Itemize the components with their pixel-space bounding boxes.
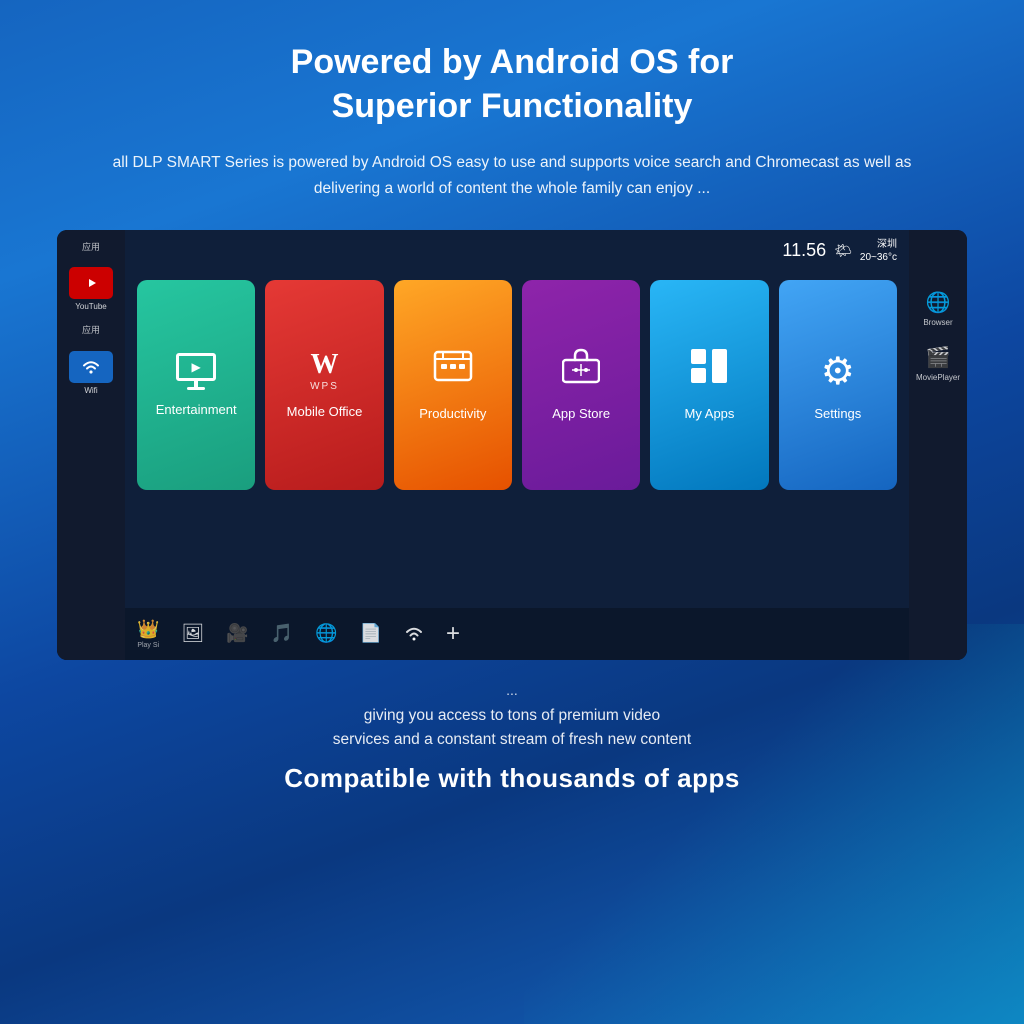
tv-location: 深圳 20~36°c xyxy=(860,238,897,264)
toolbar-files-icon[interactable]: 📄 xyxy=(360,623,382,644)
toolbar-music-icon[interactable]: 🎵 xyxy=(271,623,293,644)
app-store-label: App Store xyxy=(552,406,610,421)
movieplayer-icon: 🎬 xyxy=(926,345,951,370)
wps-icon: W WPS xyxy=(310,351,339,392)
toolbar-play-store[interactable]: 👑 Play Si xyxy=(137,619,159,649)
weather-icon: 🌤 xyxy=(834,242,852,259)
app-grid: ▶ Entertainment W WPS Mobile Office xyxy=(137,280,897,490)
sidebar-app-youtube[interactable]: YouTube xyxy=(57,261,125,317)
app-card-app-store[interactable]: App Store xyxy=(522,280,640,490)
browser-icon: 🌐 xyxy=(926,290,951,315)
toolbar-add-icon[interactable]: + xyxy=(446,620,460,648)
subtitle: all DLP SMART Series is powered by Andro… xyxy=(97,150,927,201)
time-weather: 11.56 🌤 深圳 20~36°c xyxy=(782,238,897,264)
app-card-mobile-office[interactable]: W WPS Mobile Office xyxy=(265,280,383,490)
toolbar-video-icon[interactable]: 🎥 xyxy=(226,623,248,644)
youtube-label: YouTube xyxy=(75,302,106,311)
tv-screen: 应用 YouTube 应用 xyxy=(57,230,967,660)
app-card-settings[interactable]: ⚙ Settings xyxy=(779,280,897,490)
entertainment-label: Entertainment xyxy=(156,402,237,417)
toolbar-wifi-icon[interactable] xyxy=(404,625,424,643)
browser-label: Browser xyxy=(923,318,952,327)
app-card-entertainment[interactable]: ▶ Entertainment xyxy=(137,280,255,490)
toolbar-browser-icon[interactable]: 🌐 xyxy=(315,623,337,644)
tv-inner: 应用 YouTube 应用 xyxy=(57,230,967,660)
left-sidebar: 应用 YouTube 应用 xyxy=(57,230,125,660)
bottom-highlight: Compatible with thousands of apps xyxy=(284,763,740,794)
my-apps-icon xyxy=(690,348,728,394)
wifi-label: Wifi xyxy=(84,386,97,395)
app-card-my-apps[interactable]: My Apps xyxy=(650,280,768,490)
sidebar-app-browser[interactable]: 🌐 Browser xyxy=(923,290,952,327)
tv-toolbar: 👑 Play Si 🖼 🎥 🎵 🌐 📄 + xyxy=(57,608,967,660)
app-store-icon xyxy=(562,348,600,394)
right-sidebar: 🌐 Browser 🎬 MoviePlayer xyxy=(909,230,967,660)
app-card-productivity[interactable]: Productivity xyxy=(394,280,512,490)
toolbar-gallery-icon[interactable]: 🖼 xyxy=(181,623,204,644)
entertainment-icon: ▶ xyxy=(176,353,216,390)
wifi-sidebar-icon xyxy=(69,351,113,383)
settings-icon: ⚙ xyxy=(821,349,855,394)
page-wrapper: Powered by Android OS for Superior Funct… xyxy=(0,0,1024,824)
tv-time: 11.56 xyxy=(782,240,826,261)
bottom-desc: giving you access to tons of premium vid… xyxy=(333,704,691,754)
sidebar-label-2: 应用 xyxy=(57,323,125,339)
sidebar-label-1: 应用 xyxy=(57,240,125,256)
settings-label: Settings xyxy=(814,406,861,421)
productivity-label: Productivity xyxy=(419,406,486,421)
bottom-section: ... giving you access to tons of premium… xyxy=(284,682,740,795)
movieplayer-label: MoviePlayer xyxy=(916,373,960,382)
dots-top: ... xyxy=(506,682,518,698)
productivity-icon xyxy=(433,348,473,394)
sidebar-app-wifi[interactable]: Wifi xyxy=(57,345,125,401)
main-title: Powered by Android OS for Superior Funct… xyxy=(291,40,734,128)
youtube-icon xyxy=(69,267,113,299)
tv-topbar: 11.56 🌤 深圳 20~36°c xyxy=(57,230,967,272)
mobile-office-label: Mobile Office xyxy=(287,404,363,419)
tv-main: ▶ Entertainment W WPS Mobile Office xyxy=(57,272,967,608)
play-store-icon: 👑 xyxy=(137,619,159,640)
sidebar-app-movieplayer[interactable]: 🎬 MoviePlayer xyxy=(916,345,960,382)
my-apps-label: My Apps xyxy=(685,406,735,421)
